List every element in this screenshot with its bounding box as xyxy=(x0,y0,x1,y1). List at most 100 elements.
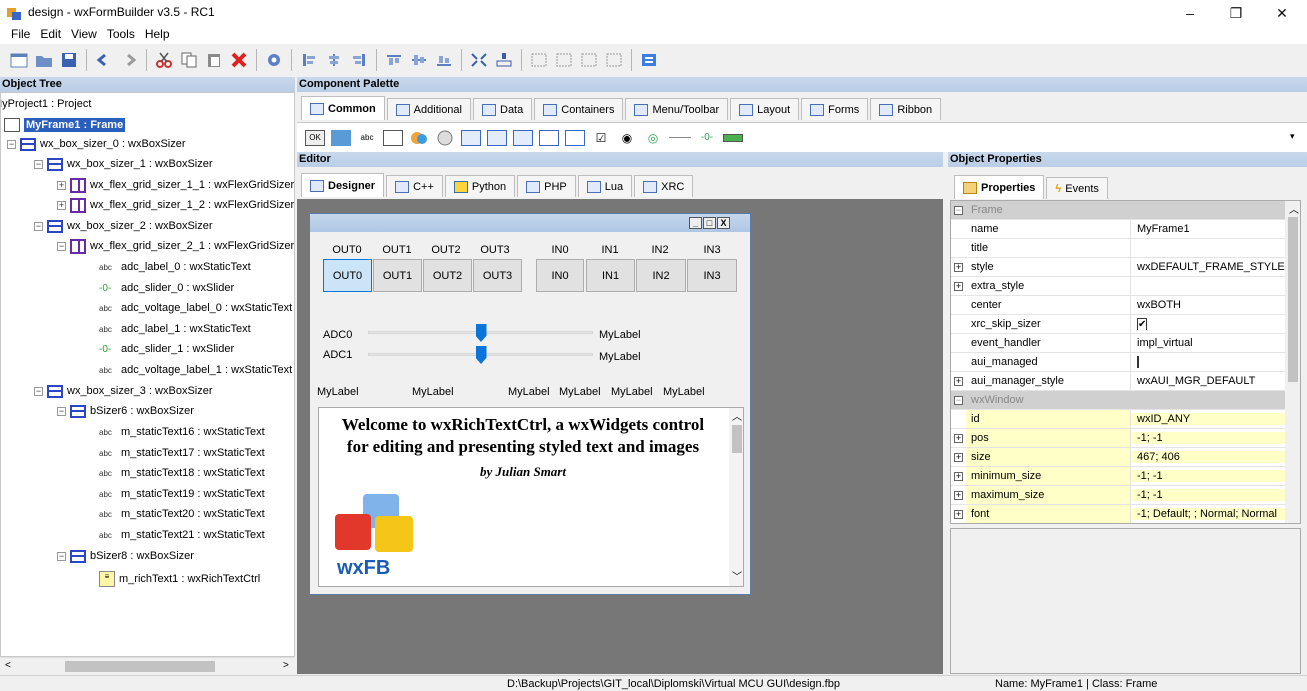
expand-icon[interactable]: + xyxy=(954,281,963,291)
scroll-thumb[interactable] xyxy=(732,425,742,453)
rich-text-ctrl[interactable]: Welcome to wxRichTextCtrl, a wxWidgets c… xyxy=(318,407,744,587)
tree-item-widget[interactable]: abc m_staticText20 : wxStaticText xyxy=(99,504,265,524)
bitmap-button-component-icon[interactable] xyxy=(331,129,351,146)
frame-minimize-button[interactable]: _ xyxy=(689,217,702,229)
frame-close-button[interactable]: X xyxy=(717,217,730,229)
save-icon[interactable] xyxy=(58,49,80,71)
tree-item-sizer[interactable]: − bSizer8 : wxBoxSizer xyxy=(57,546,194,566)
property-row[interactable]: + style wxDEFAULT_FRAME_STYLE xyxy=(951,258,1285,277)
property-row[interactable]: + minimum_size -1; -1 xyxy=(951,467,1285,486)
property-category[interactable]: − wxWindow xyxy=(951,391,1285,410)
menu-edit[interactable]: Edit xyxy=(35,26,66,44)
tree-item-sizer[interactable]: − bSizer6 : wxBoxSizer xyxy=(57,401,194,421)
tab-common[interactable]: Common xyxy=(301,96,385,120)
tree-item-widget[interactable]: abc m_staticText19 : wxStaticText xyxy=(99,484,265,504)
property-category[interactable]: − Frame xyxy=(951,201,1285,220)
property-row[interactable]: center wxBOTH xyxy=(951,296,1285,315)
frame-maximize-button[interactable]: □ xyxy=(703,217,716,229)
out3-button[interactable]: OUT3 xyxy=(473,259,522,292)
object-tree[interactable]: MyProject1 : Project MyFrame1 : Frame − w… xyxy=(0,92,295,657)
tab-php[interactable]: PHP xyxy=(517,175,576,197)
tree-item-widget[interactable]: abc m_staticText18 : wxStaticText xyxy=(99,463,265,483)
collapse-icon[interactable]: − xyxy=(954,395,963,405)
combo-box-component-icon[interactable] xyxy=(435,130,455,146)
list-ctrl-component-icon[interactable] xyxy=(539,129,559,146)
property-value[interactable]: wxAUI_MGR_DEFAULT xyxy=(1131,375,1285,387)
button-component-icon[interactable]: OK xyxy=(305,129,325,146)
property-grid[interactable]: − Frame name MyFrame1 title + style wxDEFAULT_F… xyxy=(950,200,1301,524)
property-row[interactable]: + aui_manager_style wxAUI_MGR_DEFAULT xyxy=(951,372,1285,391)
tree-item-widget[interactable]: abc adc_label_1 : wxStaticText xyxy=(99,319,251,339)
text-ctrl-component-icon[interactable] xyxy=(383,129,403,146)
property-grid-scrollbar[interactable]: ︿ xyxy=(1285,201,1300,523)
property-row[interactable]: + font -1; Default; ; Normal; Normal xyxy=(951,505,1285,523)
property-value[interactable]: -1; -1 xyxy=(1131,432,1285,444)
property-row[interactable]: xrc_skip_sizer ✔ xyxy=(951,315,1285,334)
property-row[interactable]: + maximum_size -1; -1 xyxy=(951,486,1285,505)
property-row[interactable]: + extra_style xyxy=(951,277,1285,296)
border-bottom-icon[interactable] xyxy=(603,49,625,71)
tree-item-widget[interactable]: abc adc_label_0 : wxStaticText xyxy=(99,257,251,277)
expand-icon[interactable]: + xyxy=(954,262,963,272)
expand-icon[interactable]: + xyxy=(954,376,963,386)
in1-button[interactable]: IN1 xyxy=(586,259,635,292)
property-value[interactable]: MyFrame1 xyxy=(1131,223,1285,235)
out0-button[interactable]: OUT0 xyxy=(323,259,372,292)
tree-item-sizer[interactable]: − wx_box_sizer_3 : wxBoxSizer xyxy=(34,381,213,401)
property-value-cell[interactable] xyxy=(1131,356,1285,368)
static-line-component-icon[interactable]: ◎ xyxy=(643,130,663,146)
expand-icon[interactable]: + xyxy=(954,452,963,462)
close-button[interactable]: ✕ xyxy=(1259,0,1305,26)
gauge-component-icon[interactable] xyxy=(723,133,743,142)
rich-text-scrollbar[interactable]: ︿ ﹀ xyxy=(729,408,743,586)
tab-layout[interactable]: Layout xyxy=(730,98,800,120)
choice-component-icon[interactable] xyxy=(487,129,507,146)
tab-designer[interactable]: Designer xyxy=(301,173,385,197)
property-row[interactable]: id wxID_ANY xyxy=(951,410,1285,429)
expand-icon[interactable]: + xyxy=(954,490,963,500)
tree-horizontal-scrollbar[interactable]: < > xyxy=(1,657,294,674)
expand-toggle[interactable]: − xyxy=(951,205,966,215)
tree-item-widget[interactable]: abc m_staticText16 : wxStaticText xyxy=(99,422,265,442)
property-value[interactable]: wxID_ANY xyxy=(1131,413,1285,425)
collapse-toggle[interactable]: − xyxy=(57,406,66,416)
new-project-icon[interactable] xyxy=(8,49,30,71)
tree-item-widget[interactable]: -0- adc_slider_0 : wxSlider xyxy=(99,278,234,298)
expand-toggle[interactable]: + xyxy=(951,376,966,386)
property-row[interactable]: title xyxy=(951,239,1285,258)
line-component-icon[interactable] xyxy=(669,137,691,138)
generate-code-icon[interactable] xyxy=(263,49,285,71)
tab-properties[interactable]: Properties xyxy=(954,175,1045,199)
border-top-icon[interactable] xyxy=(578,49,600,71)
in3-button[interactable]: IN3 xyxy=(687,259,737,292)
radio-button-component-icon[interactable]: ◉ xyxy=(617,130,637,146)
property-value[interactable]: wxBOTH xyxy=(1131,299,1285,311)
collapse-toggle[interactable]: − xyxy=(57,241,66,251)
palette-dropdown-icon[interactable]: ▾ xyxy=(1290,131,1295,142)
property-row[interactable]: event_handler impl_virtual xyxy=(951,334,1285,353)
collapse-toggle[interactable]: − xyxy=(34,221,43,231)
expand-icon[interactable] xyxy=(468,49,490,71)
tree-item-flexgrid[interactable]: + wx_flex_grid_sizer_1_2 : wxFlexGridSize… xyxy=(57,195,294,215)
property-value[interactable]: wxDEFAULT_FRAME_STYLE xyxy=(1131,261,1285,273)
align-top-icon[interactable] xyxy=(383,49,405,71)
expand-toggle[interactable]: − xyxy=(951,395,966,405)
tree-item-flexgrid[interactable]: − wx_flex_grid_sizer_2_1 : wxFlexGridSize… xyxy=(57,236,294,256)
scroll-up-icon[interactable]: ︿ xyxy=(1289,201,1299,216)
expand-icon[interactable]: + xyxy=(954,509,963,519)
property-checkbox[interactable] xyxy=(1137,356,1139,368)
align-left-icon[interactable] xyxy=(298,49,320,71)
property-value-cell[interactable]: ✔ xyxy=(1131,318,1285,330)
tree-item-flexgrid[interactable]: + wx_flex_grid_sizer_1_1 : wxFlexGridSize… xyxy=(57,175,294,195)
expand-toggle[interactable]: + xyxy=(951,452,966,462)
collapse-toggle[interactable]: − xyxy=(57,551,66,561)
tab-cpp[interactable]: C++ xyxy=(386,175,443,197)
tab-python[interactable]: Python xyxy=(444,175,516,197)
list-box-component-icon[interactable] xyxy=(513,129,533,146)
tab-ribbon[interactable]: Ribbon xyxy=(870,98,942,120)
scroll-down-icon[interactable]: ﹀ xyxy=(732,568,742,583)
property-checkbox[interactable]: ✔ xyxy=(1137,318,1148,330)
in2-button[interactable]: IN2 xyxy=(636,259,686,292)
menu-tools[interactable]: Tools xyxy=(102,26,140,44)
tree-item-sizer[interactable]: − wx_box_sizer_0 : wxBoxSizer xyxy=(7,134,186,154)
